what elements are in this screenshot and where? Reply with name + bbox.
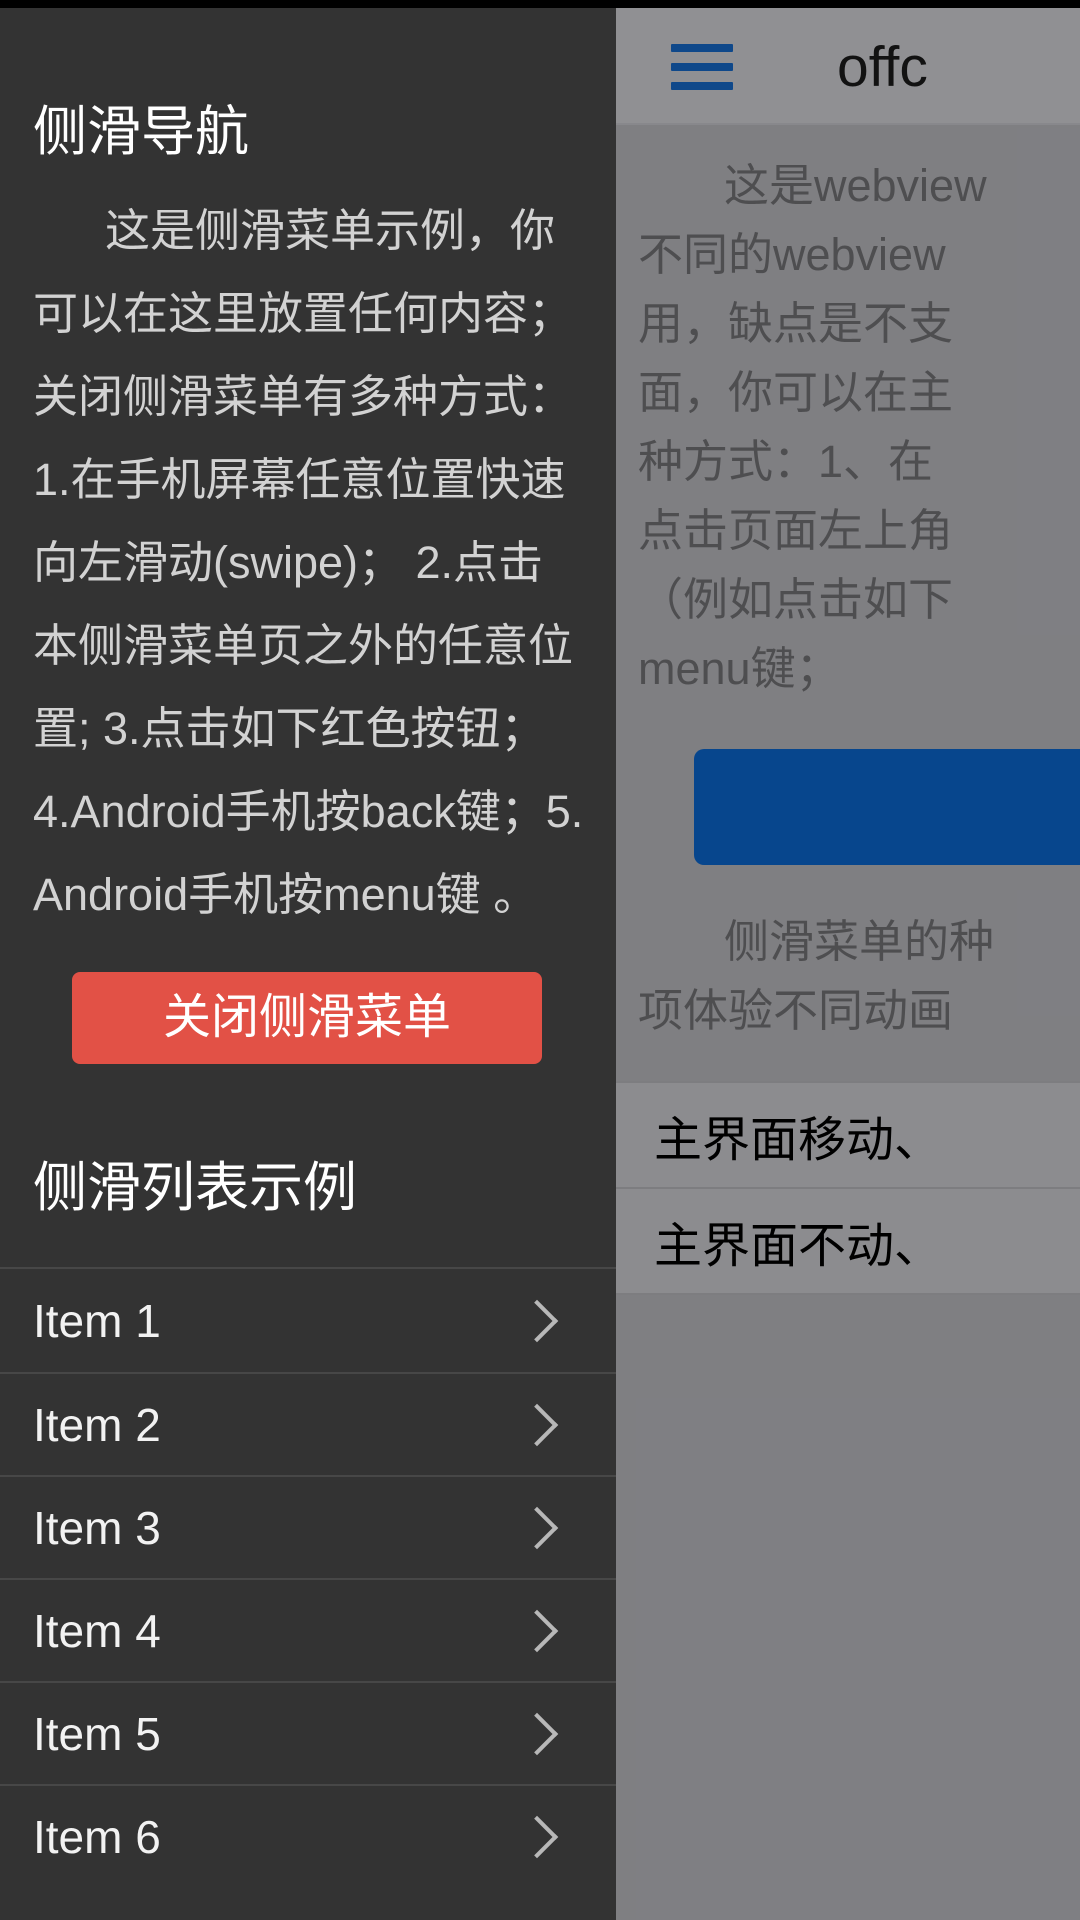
chevron-right-icon <box>515 1815 559 1858</box>
hamburger-bar-3 <box>671 81 733 90</box>
chevron-right-icon <box>515 1609 559 1652</box>
list-item-label: Item 3 <box>33 1501 161 1554</box>
list-bottom-divider <box>616 1293 1080 1295</box>
close-drawer-button[interactable]: 关闭侧滑菜单 <box>72 972 542 1064</box>
sidebar-item-1[interactable]: Item 1 <box>0 1269 616 1372</box>
main-page-header: offc <box>616 8 1080 125</box>
list-item-label: Item 4 <box>33 1604 161 1657</box>
open-drawer-button[interactable] <box>694 749 1080 865</box>
main-webview-page[interactable]: offc 这是webview 不同的webview 用，缺点是不支 面，你可以在… <box>616 8 1080 1920</box>
hamburger-bar-2 <box>671 62 733 71</box>
chevron-right-icon <box>515 1506 559 1549</box>
main-page-paragraph-2: 侧滑菜单的种 项体验不同动画 <box>638 916 995 1036</box>
main-page-paragraph-1: 这是webview 不同的webview 用，缺点是不支 面，你可以在主 种方式… <box>638 160 987 694</box>
main-page-body: 这是webview 不同的webview 用，缺点是不支 面，你可以在主 种方式… <box>616 151 1080 1295</box>
sidebar-item-3[interactable]: Item 3 <box>0 1475 616 1578</box>
chevron-right-icon <box>515 1712 559 1755</box>
list-item-label: Item 2 <box>33 1398 161 1451</box>
chevron-right-icon <box>515 1403 559 1446</box>
hamburger-icon[interactable] <box>671 43 733 90</box>
list-item-label: Item 1 <box>33 1294 161 1347</box>
sidebar-item-5[interactable]: Item 5 <box>0 1681 616 1784</box>
hamburger-bar-1 <box>671 43 733 52</box>
side-drawer: 侧滑导航 这是侧滑菜单示例，你可以在这里放置任何内容；关闭侧滑菜单有多种方式： … <box>0 8 616 1920</box>
list-item-label: Item 5 <box>33 1707 161 1760</box>
drawer-list: Item 1 Item 2 Item 3 Item 4 Item 5 Item <box>0 1267 616 1887</box>
drawer-description: 这是侧滑菜单示例，你可以在这里放置任何内容；关闭侧滑菜单有多种方式： 1.在手机… <box>33 205 586 920</box>
phone-screen: offc 这是webview 不同的webview 用，缺点是不支 面，你可以在… <box>0 0 1080 1920</box>
sidebar-item-2[interactable]: Item 2 <box>0 1372 616 1475</box>
main-page-list: 主界面移动、 主界面不动、 <box>616 1081 1080 1293</box>
chevron-right-icon <box>515 1299 559 1342</box>
status-bar <box>0 0 1080 8</box>
list-item-label: Item 6 <box>33 1810 161 1863</box>
drawer-title: 侧滑导航 <box>33 102 249 162</box>
header-divider <box>616 123 1080 125</box>
sidebar-item-6[interactable]: Item 6 <box>0 1784 616 1887</box>
drawer-list-heading: 侧滑列表示例 <box>33 1158 357 1218</box>
list-item[interactable]: 主界面移动、 <box>616 1083 1080 1187</box>
sidebar-item-4[interactable]: Item 4 <box>0 1578 616 1681</box>
main-page-title: offc <box>837 34 928 99</box>
list-item[interactable]: 主界面不动、 <box>616 1187 1080 1293</box>
